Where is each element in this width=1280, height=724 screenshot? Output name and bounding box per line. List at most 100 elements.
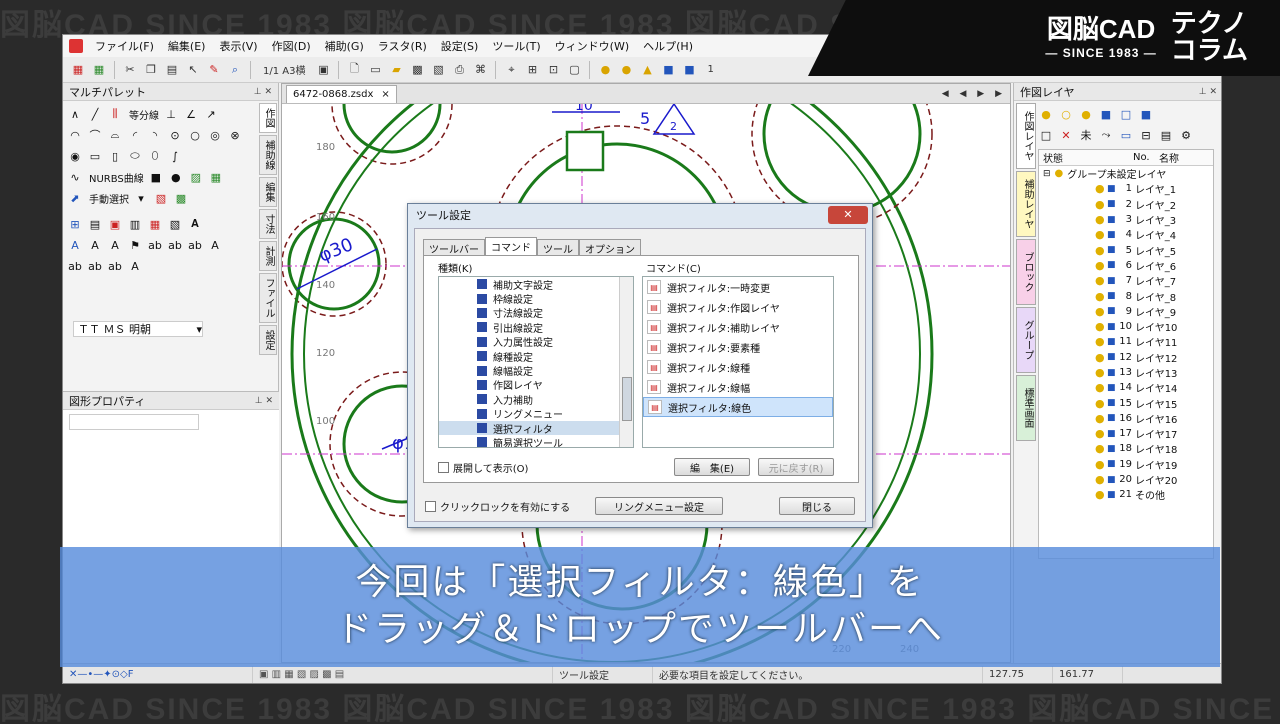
dialog-close-button[interactable]: ✕ [828,206,868,224]
bulb-icon[interactable]: ● [1095,458,1107,471]
new-file-icon[interactable]: 🗋 [345,61,363,79]
tree-view-icon[interactable]: ⊟ [1138,127,1154,143]
nurbs-label[interactable]: NURBS曲線 [89,170,144,185]
layer-row[interactable]: ● ■ 15 レイヤ15 [1039,395,1213,411]
tangent-icon[interactable]: ↗ [203,106,219,122]
command-item[interactable]: ▤ 選択フィルタ:一時変更 [643,277,833,297]
category-item[interactable]: 入力補助 [439,392,633,407]
select-icon[interactable]: ↖ [184,61,202,79]
laytab-block[interactable]: ブロック [1016,239,1036,305]
text-frame-icon[interactable]: ▤ [87,216,103,232]
bulb-icon[interactable]: ● [1095,290,1107,303]
bulb-on-icon[interactable]: ● [596,61,614,79]
snap-icon[interactable]: ⌖ [502,61,520,79]
laytab-standard[interactable]: 標準画面 [1016,375,1036,441]
print-icon[interactable]: ⎙ [450,61,468,79]
bulb-icon[interactable]: ● [1095,381,1107,394]
tab-tool[interactable]: ツール [537,239,579,256]
lock-icon[interactable]: ■ [1107,429,1119,439]
vtab-draw[interactable]: 作図 [259,103,277,133]
layer-group-row[interactable]: ⊟ ● グループ未設定レイヤ [1039,166,1213,181]
text-a2-icon[interactable]: A [87,237,103,253]
view-mode-icon[interactable]: ▭ [1118,127,1134,143]
lock-icon[interactable]: ■ [1107,352,1119,362]
layer-row[interactable]: ● ■ 2 レイヤ_2 [1039,197,1213,212]
command-item[interactable]: ▤ 選択フィルタ:補助レイヤ [643,317,833,337]
layer-row[interactable]: ● ■ 1 レイヤ_1 [1039,181,1213,196]
category-item[interactable]: 線幅設定 [439,363,633,378]
perpendicular-icon[interactable]: ⊥ [163,106,179,122]
command-item[interactable]: ▤ 選択フィルタ:作図レイヤ [643,297,833,317]
layer-row[interactable]: ● ■ 7 レイヤ_7 [1039,273,1213,288]
menu-file[interactable]: ファイル(F) [89,36,160,56]
menu-window[interactable]: ウィンドウ(W) [549,36,635,56]
open-folder-icon[interactable]: ▰ [387,61,405,79]
vtab-aux-line[interactable]: 補助線 [259,135,277,175]
settings-icon[interactable]: ⚙ [1178,127,1194,143]
text-a5-icon[interactable]: A [127,258,143,274]
unlock-icon[interactable]: ■ [659,61,677,79]
menu-help[interactable]: ヘルプ(H) [637,36,699,56]
layer-row[interactable]: ● ■ 11 レイヤ11 [1039,334,1213,349]
category-item[interactable]: リングメニュー [439,407,633,421]
bulb-icon[interactable]: ● [1095,320,1107,333]
bulb-icon[interactable]: ● [1095,473,1107,486]
lock-icon[interactable]: ■ [1107,383,1119,393]
category-item[interactable]: 簡易選択ツール [439,435,633,447]
bulb-icon[interactable]: ● [1095,305,1107,318]
bulb-icon[interactable]: ● [1095,335,1107,348]
text-frame3-icon[interactable]: ▥ [127,216,143,232]
text-a-boxed-icon[interactable]: A [67,237,83,253]
bulb-icon[interactable]: ● [1095,366,1107,379]
bulb-icon[interactable]: ● [1095,397,1107,410]
layer-row[interactable]: ● ■ 12 レイヤ12 [1039,350,1213,365]
arc3-icon[interactable]: ⌓ [107,127,123,143]
lock-icon[interactable]: ■ [1107,475,1119,485]
lock-icon[interactable]: ■ [1107,230,1119,240]
lock-icon[interactable]: ■ [1107,276,1119,286]
bulb-icon[interactable]: ● [1095,442,1107,455]
dropdown-icon[interactable]: ▾ [133,190,149,206]
lock-icon[interactable]: ■ [1107,444,1119,454]
text-ab5-icon[interactable]: ab [87,258,103,274]
grid-icon[interactable]: ⊞ [523,61,541,79]
command-item[interactable]: ▤ 選択フィルタ:線色 [643,397,833,417]
equal-divide-icon[interactable]: ⫼ [107,106,123,122]
lock-icon[interactable]: ■ [1107,337,1119,347]
bulb2-icon[interactable]: ● [1078,106,1094,122]
pin-icon[interactable]: ⊥ ✕ [1199,87,1217,97]
command-list[interactable]: ▤ 選択フィルタ:一時変更 ▤ 選択フィルタ:作図レイヤ ▤ 選択フィルタ:補助レイヤ ▤ 選… [642,276,834,448]
polyline-icon[interactable]: ∧ [67,106,83,122]
lock-icon[interactable]: ■ [1107,306,1119,316]
command-item[interactable]: ▤ 選択フィルタ:線幅 [643,377,833,397]
text-ab-icon[interactable]: ab [147,237,163,253]
tab-option[interactable]: オプション [579,239,641,256]
equal-divide-label[interactable]: 等分線 [129,107,159,122]
bulb-icon[interactable]: ● [1095,213,1107,226]
laytab-draw[interactable]: 作図レイヤ [1016,103,1036,169]
arc5-icon[interactable]: ◝ [147,127,163,143]
menu-draw[interactable]: 作図(D) [266,36,317,56]
bulb-icon[interactable]: ● [1095,259,1107,272]
manual-select-label[interactable]: 手動選択 [89,191,129,206]
rect-icon[interactable]: ▭ [87,148,103,164]
layer-row[interactable]: ● ■ 21 その他 [1039,487,1213,502]
tab-command[interactable]: コマンド [485,237,537,255]
circle-center-icon[interactable]: ⊙ [167,127,183,143]
bulb-icon[interactable]: ● [1095,274,1107,287]
layer-row[interactable]: ● ■ 6 レイヤ_6 [1039,258,1213,273]
circle2-icon[interactable]: ◎ [207,127,223,143]
text-a4-icon[interactable]: A [207,237,223,253]
open-file-icon[interactable]: ▭ [366,61,384,79]
tab-toolbar[interactable]: ツールバー [423,239,485,256]
layer-lock-icon[interactable]: ■ [680,61,698,79]
edit-button[interactable]: 編 集(E) [674,458,750,476]
category-item[interactable]: 選択フィルタ [439,420,633,436]
fill-icon[interactable]: ■ [148,169,164,185]
vtab-edit[interactable]: 編集 [259,177,277,207]
zoom-window-icon[interactable]: ⊡ [544,61,562,79]
menu-view[interactable]: 表示(V) [213,36,263,56]
select-manual-icon[interactable]: ⬈ [67,190,83,206]
restore-button[interactable]: 元に戻す(R) [758,458,834,476]
category-item[interactable]: 入力属性設定 [439,335,633,349]
